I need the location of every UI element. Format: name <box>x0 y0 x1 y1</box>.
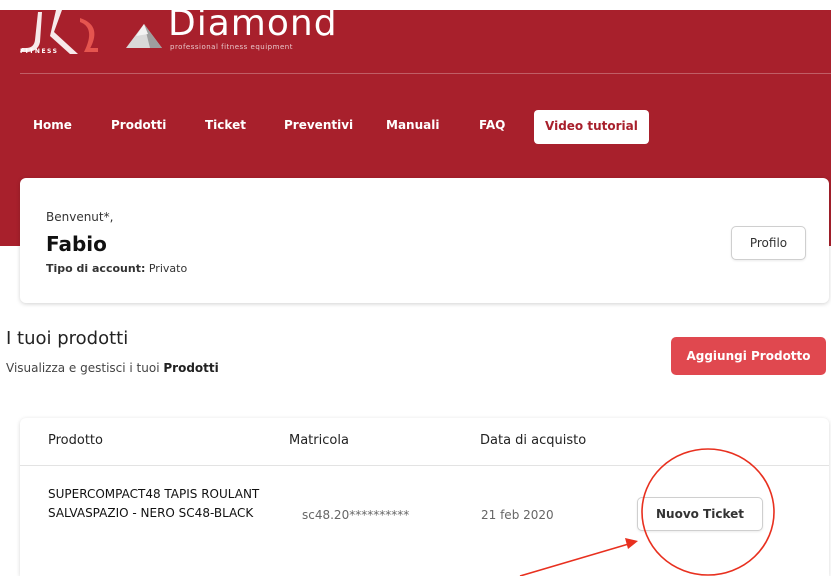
header-divider <box>20 73 831 74</box>
products-title: I tuoi prodotti <box>6 328 129 349</box>
diamond-wordmark: Diamond <box>168 3 338 44</box>
products-subtitle-prefix: Visualizza e gestisci i tuoi <box>6 361 160 375</box>
product-name-cell: SUPERCOMPACT48 TAPIS ROULANT SALVASPAZIO… <box>48 487 260 520</box>
products-subtitle-bold: Prodotti <box>163 361 219 375</box>
products-subtitle: Visualizza e gestisci i tuoi Prodotti <box>6 361 219 375</box>
nav-preventivi[interactable]: Preventivi <box>284 118 353 132</box>
add-product-button[interactable]: Aggiungi Prodotto <box>671 337 826 375</box>
diamond-tagline: professional fitness equipment <box>170 43 293 51</box>
account-type-label: Tipo di account: <box>46 262 146 275</box>
purchase-date-cell: 21 feb 2020 <box>481 508 554 522</box>
column-header-serial: Matricola <box>289 433 349 448</box>
jk-fitness-logo[interactable] <box>18 8 118 68</box>
column-header-product: Prodotto <box>48 433 103 448</box>
top-strip <box>0 0 831 10</box>
account-type-row: Tipo di account: Privato <box>46 262 187 275</box>
profile-button[interactable]: Profilo <box>731 226 806 260</box>
account-type-value: Privato <box>148 262 188 275</box>
profile-card: Benvenut*, Fabio Tipo di account: Privat… <box>20 178 829 303</box>
main-nav: Home Prodotti Ticket Preventivi Manuali … <box>0 110 831 144</box>
jk-fitness-subtitle: FITNESS <box>20 48 59 55</box>
nav-prodotti[interactable]: Prodotti <box>111 118 166 132</box>
nav-video-tutorial[interactable]: Video tutorial <box>534 110 649 144</box>
nav-ticket[interactable]: Ticket <box>205 118 246 132</box>
new-ticket-button[interactable]: Nuovo Ticket <box>637 497 763 531</box>
nav-home[interactable]: Home <box>33 118 72 132</box>
nav-manuali[interactable]: Manuali <box>386 118 439 132</box>
table-header-divider <box>20 465 829 466</box>
serial-cell: sc48.20********** <box>302 508 410 522</box>
nav-faq[interactable]: FAQ <box>479 118 505 132</box>
user-name: Fabio <box>46 232 107 256</box>
column-header-purchase-date: Data di acquisto <box>480 433 587 448</box>
products-table: Prodotto Matricola Data di acquisto SUPE… <box>20 418 829 576</box>
welcome-text: Benvenut*, <box>46 210 114 224</box>
